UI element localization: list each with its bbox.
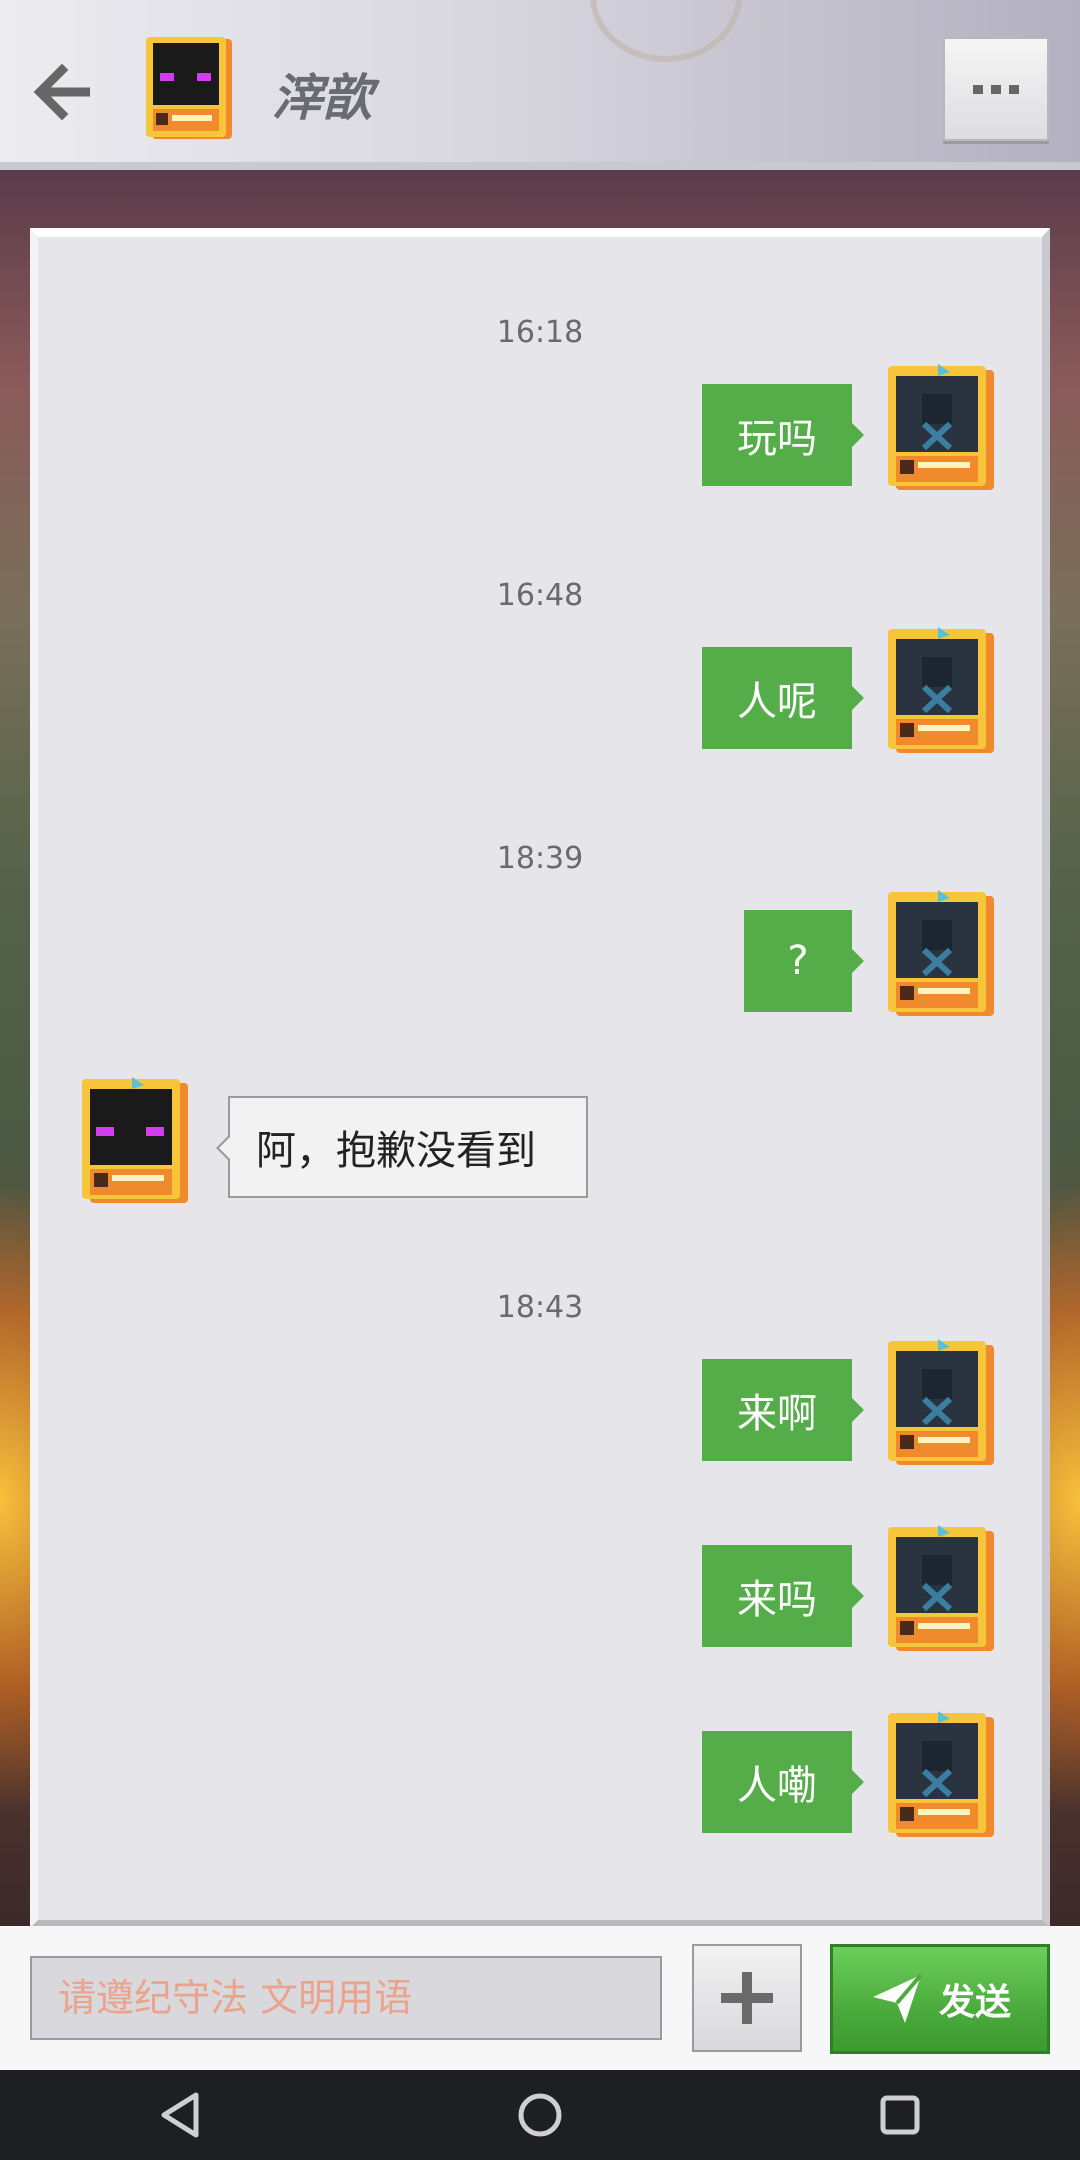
send-label: 发送 xyxy=(938,1982,1011,2023)
arrow-left-icon xyxy=(33,64,90,120)
more-horizontal-icon xyxy=(973,84,1019,94)
back-button[interactable] xyxy=(24,52,104,132)
contact-name: 滓歆 xyxy=(272,69,372,127)
nav-recents-button[interactable] xyxy=(850,2070,950,2160)
system-navigation-bar xyxy=(0,2070,1080,2160)
send-button[interactable]: 发送 xyxy=(830,1944,1050,2054)
timestamp: 16:48 xyxy=(496,578,584,613)
nav-back-button[interactable] xyxy=(130,2070,230,2160)
chat-header: 滓歆 xyxy=(0,0,1080,170)
nav-back-icon xyxy=(161,2092,199,2138)
composer-bar: 发送 xyxy=(0,1926,1080,2070)
outgoing-message[interactable]: ? xyxy=(744,910,864,1012)
my-avatar[interactable] xyxy=(882,627,998,757)
decorative-ring xyxy=(590,0,742,62)
my-avatar[interactable] xyxy=(882,1525,998,1655)
incoming-message[interactable]: 阿，抱歉没看到 xyxy=(216,1096,588,1198)
nav-recents-icon xyxy=(880,2095,920,2135)
contact-avatar[interactable] xyxy=(142,35,238,143)
plus-icon xyxy=(721,1972,773,2024)
contact-avatar[interactable] xyxy=(76,1077,192,1207)
timestamp: 18:43 xyxy=(496,1290,584,1325)
add-attachment-button[interactable] xyxy=(692,1944,802,2052)
outgoing-message[interactable]: 来啊 xyxy=(702,1359,864,1461)
nav-home-button[interactable] xyxy=(490,2070,590,2160)
timestamp: 18:39 xyxy=(496,841,584,876)
my-avatar[interactable] xyxy=(882,1339,998,1469)
outgoing-message[interactable]: 来吗 xyxy=(702,1545,864,1647)
paper-plane-icon xyxy=(872,1973,923,2023)
timestamp: 16:18 xyxy=(496,315,584,350)
message-input[interactable] xyxy=(30,1956,662,2040)
more-button[interactable] xyxy=(943,37,1049,141)
nav-home-icon xyxy=(518,2093,562,2137)
outgoing-message[interactable]: 人呢 xyxy=(702,647,864,749)
my-avatar[interactable] xyxy=(882,1711,998,1841)
my-avatar[interactable] xyxy=(882,890,998,1020)
my-avatar[interactable] xyxy=(882,364,998,494)
outgoing-message[interactable]: 玩吗 xyxy=(702,384,864,486)
outgoing-message[interactable]: 人嘞 xyxy=(702,1731,864,1833)
